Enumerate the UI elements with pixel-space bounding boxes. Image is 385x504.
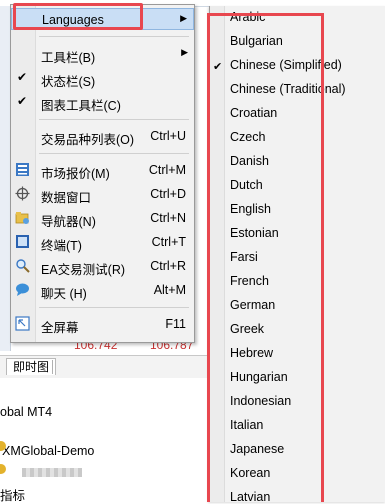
checkmark-icon: ✔ bbox=[17, 94, 28, 108]
navigator-item-account-root[interactable]: obal MT4 bbox=[0, 405, 52, 419]
magnifier-icon bbox=[16, 259, 30, 273]
view-menu: Languages ▶ 工具栏(B) ▶ ✔ 状态栏(S) ✔ 图表工具栏(C)… bbox=[10, 4, 195, 343]
menu-separator bbox=[39, 119, 189, 120]
annotation-highlight-languages bbox=[13, 3, 143, 30]
submenu-arrow-icon: ▶ bbox=[180, 13, 187, 23]
menu-item-navigator[interactable]: 导航器(N) Ctrl+N bbox=[11, 207, 194, 229]
menu-separator bbox=[39, 36, 189, 37]
submenu-arrow-icon: ▶ bbox=[181, 47, 188, 57]
menu-item-status-bar[interactable]: ✔ 状态栏(S) bbox=[11, 67, 194, 89]
menu-item-fullscreen[interactable]: 全屏幕 F11 bbox=[11, 313, 194, 335]
navigator-panel: obal MT4 XMGlobal-Demo 指标 bbox=[0, 378, 210, 504]
menu-item-terminal[interactable]: 终端(T) Ctrl+T bbox=[11, 231, 194, 253]
chat-icon bbox=[16, 283, 29, 296]
menu-separator bbox=[39, 153, 189, 154]
checkmark-icon: ✔ bbox=[17, 70, 28, 84]
fullscreen-icon bbox=[15, 316, 30, 331]
tab-tick-chart[interactable]: 即时图 bbox=[6, 358, 57, 375]
market-watch-icon bbox=[16, 163, 29, 176]
navigator-item-indicators[interactable]: 指标 bbox=[0, 485, 25, 504]
menu-item-data-window[interactable]: 数据窗口 Ctrl+D bbox=[11, 183, 194, 205]
navigator-item-account-hidden[interactable] bbox=[0, 464, 82, 479]
menu-item-chart-toolbar[interactable]: ✔ 图表工具栏(C) bbox=[11, 91, 194, 113]
user-icon bbox=[0, 464, 6, 474]
navigator-item-server[interactable]: XMGlobal-Demo bbox=[0, 441, 94, 458]
menu-separator bbox=[39, 307, 189, 308]
menu-item-strategy-tester[interactable]: EA交易测试(R) Ctrl+R bbox=[11, 255, 194, 277]
tab-separator bbox=[52, 360, 53, 374]
menu-item-toolbars[interactable]: 工具栏(B) ▶ bbox=[11, 43, 194, 65]
navigator-folder-icon bbox=[15, 212, 29, 224]
terminal-icon bbox=[16, 235, 29, 248]
menu-item-market-watch[interactable]: 市场报价(M) Ctrl+M bbox=[11, 159, 194, 181]
annotation-highlight-language-list bbox=[207, 13, 324, 502]
redacted-account bbox=[22, 468, 82, 478]
crosshair-icon bbox=[15, 186, 30, 201]
menu-item-symbols[interactable]: 交易品种列表(O) Ctrl+U bbox=[11, 125, 194, 147]
menu-item-chat[interactable]: 聊天 (H) Alt+M bbox=[11, 279, 194, 301]
